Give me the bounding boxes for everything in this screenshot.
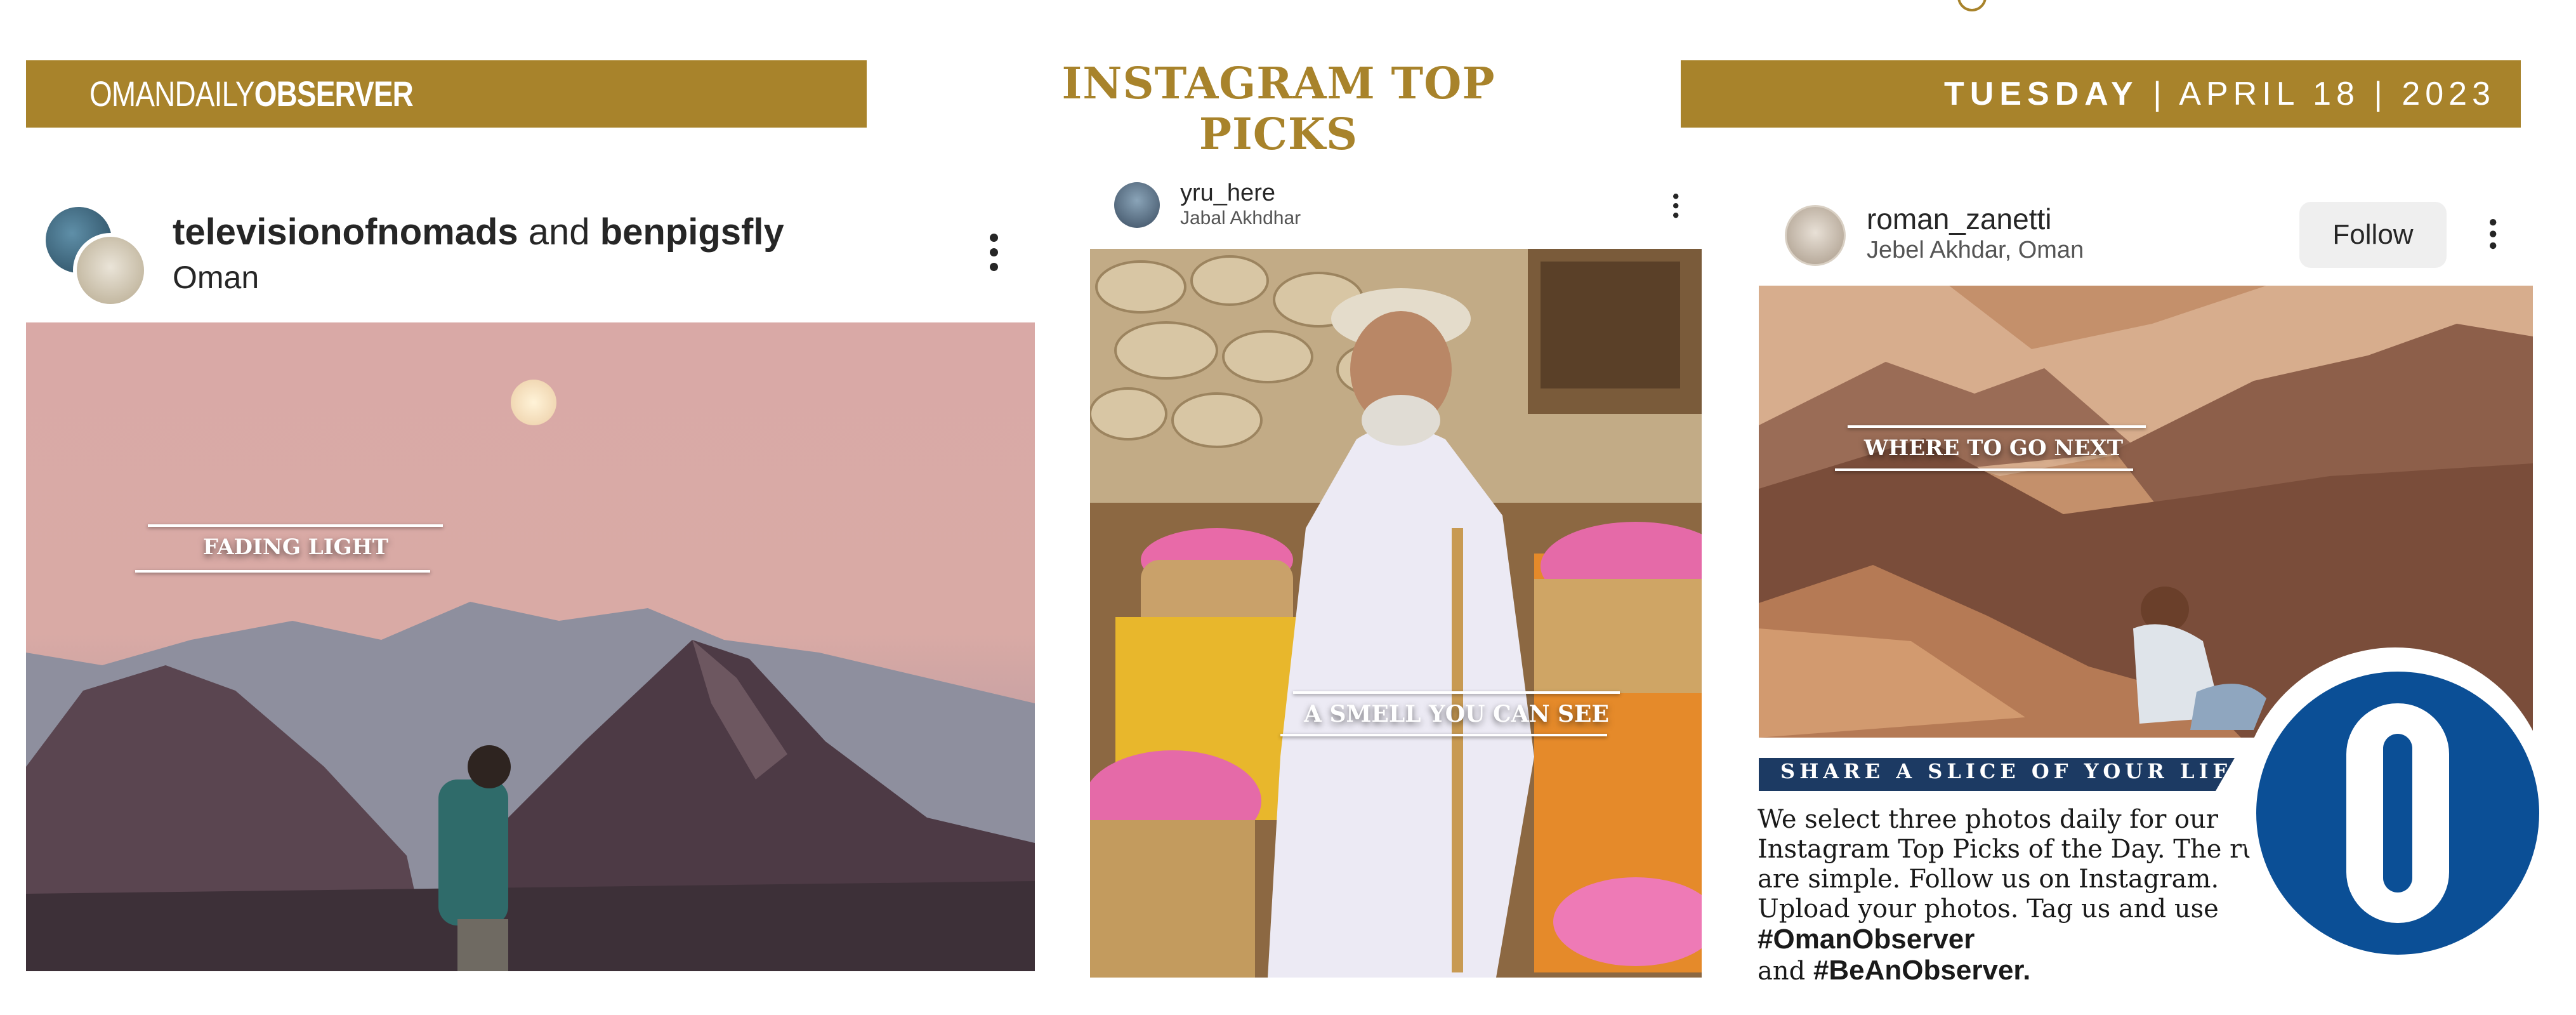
post-photo-rose-seller: A SMELL YOU CAN SEE: [1090, 249, 1702, 978]
caption-rule-top: [1848, 425, 2146, 428]
caption-rule-top: [1293, 691, 1620, 694]
post-location[interactable]: Jebel Akhdar, Oman: [1867, 237, 2084, 264]
masthead-bar: OMANDAILYOBSERVER: [26, 60, 867, 128]
post-location[interactable]: Oman: [173, 259, 259, 296]
more-vertical-icon[interactable]: [990, 234, 999, 277]
avatar[interactable]: [73, 233, 148, 308]
photo-scene: [26, 380, 1035, 971]
post-location[interactable]: Jabal Akhdhar: [1180, 208, 1301, 229]
photo-caption: A SMELL YOU CAN SEE: [1304, 701, 1609, 727]
caption-rule-bottom: [1280, 734, 1607, 736]
post-usernames: televisionofnomads and benpigsfly: [173, 211, 784, 253]
username-link[interactable]: benpigsfly: [600, 211, 784, 253]
hashtag: #OmanObserver: [1758, 924, 1975, 955]
post-photo-mountains: FADING LIGHT: [26, 322, 1035, 971]
username-link[interactable]: televisionofnomads: [173, 211, 518, 253]
brand-logo: OMANDAILYOBSERVER: [89, 74, 414, 114]
username-link[interactable]: yru_here: [1180, 180, 1275, 207]
caption-rule-bottom: [135, 570, 430, 573]
hashtag: #BeAnObserver.: [1813, 955, 2031, 986]
share-heading: SHARE A SLICE OF YOUR LIFE: [1780, 759, 2252, 783]
caption-rule-top: [148, 524, 443, 527]
avatar[interactable]: [1114, 182, 1160, 228]
photo-caption: WHERE TO GO NEXT: [1863, 435, 2124, 461]
date-bar: TUESDAY | APRIL 18 | 2023: [1681, 60, 2521, 128]
seal-letter-o-inner: [2383, 734, 2412, 892]
ornament-circle: [1957, 0, 1987, 11]
username-link[interactable]: roman_zanetti: [1867, 202, 2052, 236]
more-vertical-icon[interactable]: [2490, 219, 2497, 254]
publication-date: TUESDAY | APRIL 18 | 2023: [1944, 76, 2495, 112]
share-instructions: We select three photos daily for our Ins…: [1758, 805, 2294, 986]
photo-caption: FADING LIGHT: [202, 534, 389, 560]
avatar[interactable]: [1785, 205, 1846, 266]
photo-scene: [1090, 249, 1702, 978]
caption-rule-bottom: [1835, 468, 2133, 471]
more-vertical-icon[interactable]: [1673, 194, 1679, 222]
page-title: INSTAGRAM TOP PICKS: [1061, 58, 1495, 160]
follow-button[interactable]: Follow: [2299, 202, 2447, 268]
